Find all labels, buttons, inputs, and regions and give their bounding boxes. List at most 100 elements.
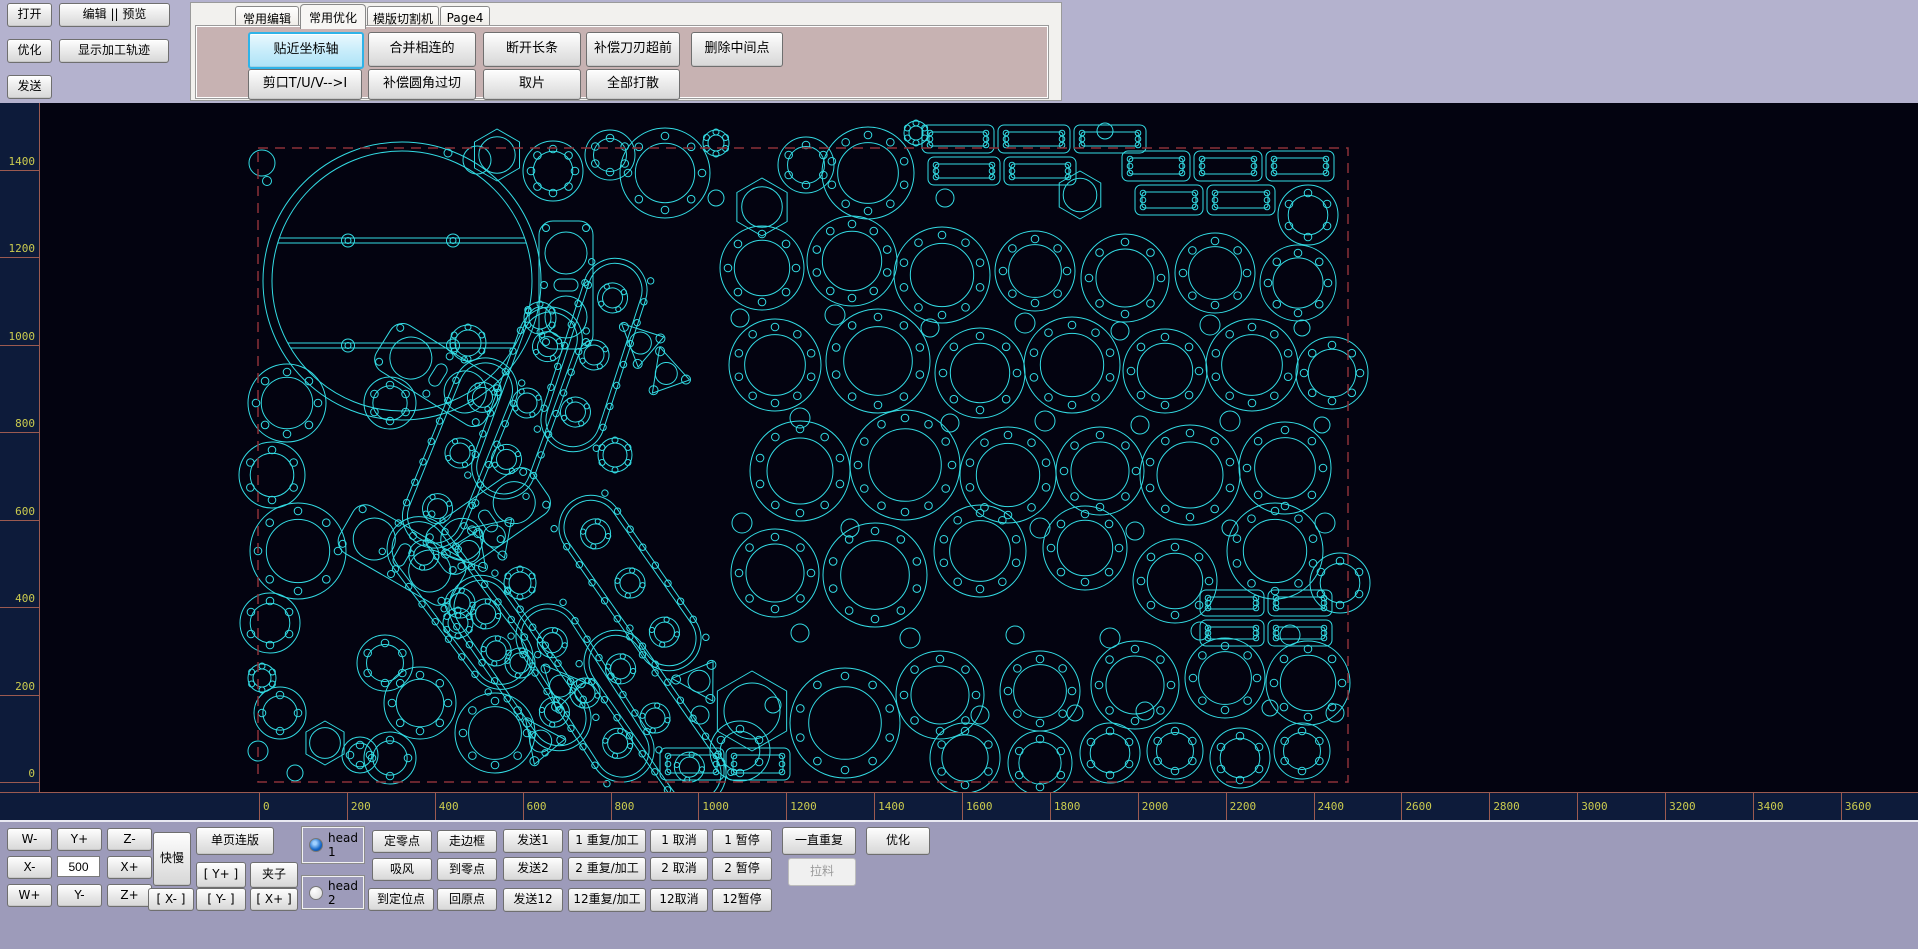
- send12-button[interactable]: 发送12: [503, 888, 563, 912]
- nesting-canvas[interactable]: [40, 103, 1918, 792]
- send1-button[interactable]: 发送1: [503, 829, 563, 853]
- head2-radio-label: head 2: [328, 879, 363, 907]
- x-ruler-tick: [1401, 793, 1402, 820]
- x-ruler-label: 3200: [1669, 800, 1696, 813]
- x-ruler-label: 3400: [1757, 800, 1784, 813]
- jog-z-minus-button[interactable]: Z-: [107, 828, 152, 851]
- x-ruler-label: 1400: [878, 800, 905, 813]
- to-zero-button[interactable]: 到零点: [437, 858, 497, 881]
- x-ruler-tick: [1489, 793, 1490, 820]
- tab-common-optimize[interactable]: 常用优化: [300, 4, 366, 29]
- always-repeat-button[interactable]: 一直重复: [782, 827, 856, 855]
- repeat2-button[interactable]: 2 重复/加工: [568, 857, 646, 881]
- x-ruler-tick: [1138, 793, 1139, 820]
- y-ruler-label: 0: [28, 767, 35, 780]
- x-ruler-tick: [1841, 793, 1842, 820]
- cad-workspace[interactable]: 0200400600800100012001400 02004006008001…: [0, 103, 1918, 820]
- jog-w-plus-button[interactable]: W+: [7, 884, 52, 907]
- x-ruler-label: 1000: [702, 800, 729, 813]
- repeat1-button[interactable]: 1 重复/加工: [568, 829, 646, 853]
- head1-radio[interactable]: [309, 838, 323, 852]
- pause2-button[interactable]: 2 暂停: [712, 857, 772, 881]
- jog-y-minus-button[interactable]: Y-: [57, 884, 102, 907]
- bracket-y-plus-button[interactable]: [ Y+ ]: [196, 862, 246, 888]
- x-ruler-tick: [1314, 793, 1315, 820]
- y-ruler-label: 1200: [9, 242, 36, 255]
- x-ruler-tick: [962, 793, 963, 820]
- optimize-tool-panel: 贴近坐标轴 合并相连的 断开长条 补偿刀刃超前 删除中间点 剪口T/U/V-->…: [196, 26, 1048, 98]
- x-ruler-label: 600: [527, 800, 547, 813]
- x-ruler-tick: [698, 793, 699, 820]
- cancel12-button[interactable]: 12取消: [650, 888, 708, 912]
- optimize-button[interactable]: 优化: [7, 39, 52, 63]
- speed-fast-slow-toggle[interactable]: 快慢: [153, 832, 191, 886]
- x-ruler-label: 200: [351, 800, 371, 813]
- merge-connected-button[interactable]: 合并相连的: [368, 32, 476, 67]
- send-button[interactable]: 发送: [7, 75, 52, 99]
- machine-control-panel: W- Y+ Z- X- X+ W+ Y- Z+ 快慢 单页连版 [ Y+ ] 夹…: [0, 820, 1918, 949]
- x-ruler-label: 2000: [1142, 800, 1169, 813]
- jog-z-plus-button[interactable]: Z+: [107, 884, 152, 907]
- head1-radio-group[interactable]: head 1: [302, 827, 364, 863]
- x-ruler-tick: [1050, 793, 1051, 820]
- pick-piece-button[interactable]: 取片: [483, 69, 581, 100]
- jog-w-minus-button[interactable]: W-: [7, 828, 52, 851]
- clamp-button[interactable]: 夹子: [250, 862, 298, 888]
- send2-button[interactable]: 发送2: [503, 857, 563, 881]
- single-page-chain-button[interactable]: 单页连版: [196, 827, 274, 855]
- repeat12-button[interactable]: 12重复/加工: [568, 888, 646, 912]
- to-locate-point-button[interactable]: 到定位点: [368, 888, 434, 911]
- y-ruler-label: 200: [15, 680, 35, 693]
- edit-preview-toggle-button[interactable]: 编辑 || 预览: [59, 3, 170, 27]
- x-ruler-label: 1200: [790, 800, 817, 813]
- explode-all-button[interactable]: 全部打散: [586, 69, 680, 100]
- x-ruler-label: 2600: [1405, 800, 1432, 813]
- x-ruler-tick: [1665, 793, 1666, 820]
- open-button[interactable]: 打开: [7, 3, 52, 27]
- x-ruler-label: 1600: [966, 800, 993, 813]
- x-ruler-tick: [347, 793, 348, 820]
- jog-speed-input[interactable]: [57, 856, 100, 877]
- head2-radio-group[interactable]: head 2: [302, 876, 364, 909]
- cancel2-button[interactable]: 2 取消: [650, 857, 708, 881]
- notch-tuv-to-i-button[interactable]: 剪口T/U/V-->I: [248, 69, 362, 100]
- jog-x-minus-button[interactable]: X-: [7, 856, 52, 879]
- x-ruler-tick: [435, 793, 436, 820]
- snap-to-axis-button[interactable]: 贴近坐标轴: [248, 32, 364, 69]
- x-ruler-label: 2200: [1230, 800, 1257, 813]
- x-ruler-tick: [874, 793, 875, 820]
- x-ruler-tick: [786, 793, 787, 820]
- jog-x-plus-button[interactable]: X+: [107, 856, 152, 879]
- x-ruler-tick: [1753, 793, 1754, 820]
- jog-y-plus-button[interactable]: Y+: [57, 828, 102, 851]
- tab-control: 常用编辑 常用优化 模版切割机 Page4 贴近坐标轴 合并相连的 断开长条 补…: [190, 2, 1062, 101]
- set-zero-button[interactable]: 定零点: [372, 830, 432, 853]
- delete-midpoints-button[interactable]: 删除中间点: [691, 32, 783, 67]
- head2-radio[interactable]: [309, 886, 323, 900]
- vertical-ruler: 0200400600800100012001400: [0, 103, 40, 792]
- suction-button[interactable]: 吸风: [372, 858, 432, 881]
- bracket-x-plus-button[interactable]: [ X+ ]: [250, 888, 298, 911]
- compensate-blade-lead-button[interactable]: 补偿刀刃超前: [586, 32, 680, 67]
- pull-material-button[interactable]: 拉料: [788, 858, 856, 886]
- y-ruler-tick: [0, 607, 40, 608]
- y-ruler-tick: [0, 345, 40, 346]
- x-ruler-tick: [523, 793, 524, 820]
- pause12-button[interactable]: 12暂停: [712, 888, 772, 912]
- bracket-x-minus-button[interactable]: [ X- ]: [148, 888, 194, 911]
- optimize2-button[interactable]: 优化: [866, 827, 930, 855]
- x-ruler-tick: [1226, 793, 1227, 820]
- head1-radio-label: head 1: [328, 831, 363, 859]
- pause1-button[interactable]: 1 暂停: [712, 829, 772, 853]
- x-ruler-tick: [611, 793, 612, 820]
- y-ruler-tick: [0, 170, 40, 171]
- home-button[interactable]: 回原点: [437, 888, 497, 911]
- show-track-button[interactable]: 显示加工轨迹: [59, 39, 169, 63]
- cancel1-button[interactable]: 1 取消: [650, 829, 708, 853]
- x-ruler-label: 1800: [1054, 800, 1081, 813]
- frame-run-button[interactable]: 走边框: [437, 830, 497, 853]
- compensate-fillet-overcut-button[interactable]: 补偿圆角过切: [368, 69, 476, 100]
- y-ruler-tick: [0, 432, 40, 433]
- break-long-strip-button[interactable]: 断开长条: [483, 32, 581, 67]
- bracket-y-minus-button[interactable]: [ Y- ]: [196, 888, 246, 911]
